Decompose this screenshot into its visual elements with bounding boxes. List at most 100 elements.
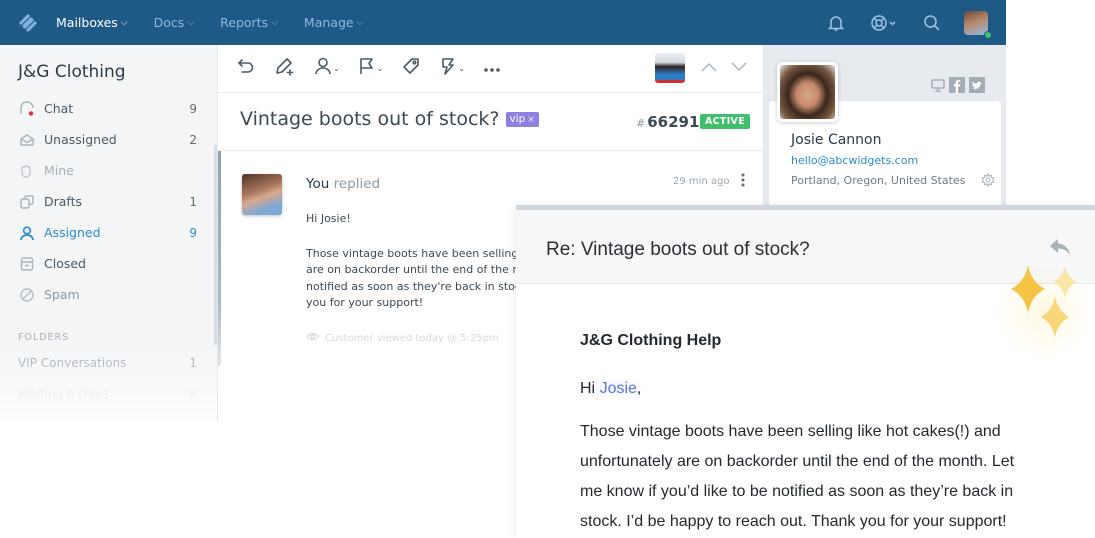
email-subject: Re: Vintage boots out of stock? [546,239,810,260]
tag-icon [401,56,421,81]
sidebar-item-label: Assigned [44,225,101,240]
reply-arrow-icon [1049,239,1071,260]
sidebar-item-label: Closed [44,256,86,271]
sidebar-item-drafts[interactable]: Drafts 1 [0,186,217,217]
email-greeting-prefix: Hi [580,380,600,397]
nav-manage[interactable]: Manage ⌵ [304,15,363,30]
sidebar-item-chat[interactable]: Chat 9 [0,93,217,124]
sidebar-item-closed[interactable]: Closed [0,248,217,279]
message-header: You replied [306,176,380,192]
email-body-line: me know if you’d like to be notified as … [580,483,1014,500]
inbox-icon [18,131,36,149]
remove-tag-icon[interactable]: × [527,115,535,125]
customer-location: Portland, Oregon, United States [791,174,966,187]
tag-button[interactable] [401,54,421,84]
eye-icon [306,332,319,344]
archive-icon [18,255,36,273]
message-author: You [306,176,330,192]
facebook-icon[interactable] [949,77,965,93]
nav-docs-label: Docs [153,15,185,30]
search-icon[interactable] [908,0,956,45]
chevron-down-icon: ⌄ [333,64,340,73]
email-preview-header: Re: Vintage boots out of stock? [516,210,1095,284]
folder-item-label: Waiting 6 Days [18,386,109,401]
assign-button[interactable]: ⌄ [314,54,340,84]
conversation-subject-text: Vintage boots out of stock? [240,108,500,130]
sidebar-item-count: 2 [189,132,197,147]
edit-note-icon [274,56,296,81]
sidebar-item-label: Chat [44,101,74,116]
sidebar-item-count: 9 [189,225,197,240]
conversation-header: Vintage boots out of stock? vip × #66291 A… [218,93,764,151]
undo-button[interactable] [236,54,256,84]
sidebar-item-assigned[interactable]: Assigned 9 [0,217,217,248]
undo-icon [236,56,256,81]
nav-reports[interactable]: Reports ⌵ [220,15,278,30]
workflow-button[interactable]: ⌄ [439,54,465,84]
customer-email[interactable]: hello@abcwidgets.com [791,154,918,167]
gear-icon[interactable] [981,172,995,192]
sidebar-item-label: Drafts [44,194,83,209]
nav-right-group [812,0,1006,45]
nav-reports-label: Reports [220,15,269,30]
chat-icon [18,100,36,118]
nav-docs[interactable]: Docs ⌵ [154,15,195,30]
chevron-up-icon [700,60,718,78]
lifebuoy-icon[interactable] [860,0,908,45]
status-badge[interactable]: ACTIVE [700,114,750,129]
customer-photo [780,65,835,119]
vip-tag[interactable]: vip × [505,112,539,127]
assigned-agent-avatar[interactable] [655,53,685,83]
nav-mailboxes-label: Mailboxes [56,15,118,30]
status-flag-button[interactable]: ⌄ [358,54,384,84]
mailbox-folder-list: Chat 9 Unassigned 2 Mine Drafts 1 Assign… [0,93,217,310]
sidebar-item-count: 9 [189,101,197,116]
previous-conversation-button[interactable] [698,58,720,80]
hash-symbol: # [636,117,646,130]
email-body-line: unfortunately are on backorder until the… [580,453,1015,470]
chevron-down-icon: ⌄ [376,64,384,73]
email-greeting-suffix: , [636,380,642,397]
chevron-down-icon [730,60,748,78]
message-timestamp: 29 min ago [673,176,730,187]
sidebar-item-mine[interactable]: Mine [0,155,217,186]
helpscout-logo-icon[interactable] [0,0,56,45]
monitor-icon[interactable] [931,78,945,92]
email-body-line: stock. I’d be happy to reach out. Thank … [580,513,1007,530]
folder-item-vip-conversations[interactable]: VIP Conversations 1 [0,347,217,378]
nav-mailboxes[interactable]: Mailboxes ⌵ [56,15,128,30]
sidebar-item-label: Unassigned [44,132,117,147]
chevron-down-icon: ⌵ [271,18,278,28]
vertical-more-icon [741,173,745,192]
reply-button[interactable] [1049,238,1071,261]
assign-icon [314,56,332,81]
email-body: Those vintage boots have been selling li… [580,417,1040,537]
customer-avatar [777,62,838,122]
top-navigation: Mailboxes ⌵ Docs ⌵ Reports ⌵ Manage ⌵ [0,0,1006,45]
custom-folder-list: VIP Conversations 1 Waiting 6 Days 9 [0,347,217,409]
folder-item-count: 9 [189,386,197,401]
sidebar-item-count: 1 [189,194,197,209]
flag-icon [358,56,376,81]
folder-item-waiting-6-days[interactable]: Waiting 6 Days 9 [0,378,217,409]
message-options-button[interactable] [736,173,750,191]
conversation-subject: Vintage boots out of stock? vip × [240,108,539,130]
customer-name-variable: Josie [599,380,637,397]
email-greeting: Hi Josie, [580,378,648,400]
add-note-button[interactable] [274,54,296,84]
twitter-icon[interactable] [969,77,985,93]
folders-heading: FOLDERS [18,332,70,343]
mailbox-sidebar: J&G Clothing Chat 9 Unassigned 2 Mine Dr… [0,45,217,420]
user-avatar[interactable] [964,10,992,39]
bell-icon[interactable] [812,0,860,45]
chevron-down-icon: ⌵ [356,18,364,28]
conversation-number: #66291 [636,113,699,131]
sidebar-item-spam[interactable]: Spam [0,279,217,310]
more-actions-button[interactable] [483,54,501,84]
customer-viewed-status: Customer viewed today @ 5:25pm [306,332,499,344]
next-conversation-button[interactable] [728,58,750,80]
sidebar-item-unassigned[interactable]: Unassigned 2 [0,124,217,155]
conversation-toolbar: ⌄ ⌄ ⌄ [218,45,764,93]
message-action: replied [333,176,381,192]
chevron-down-icon: ⌵ [120,18,128,28]
